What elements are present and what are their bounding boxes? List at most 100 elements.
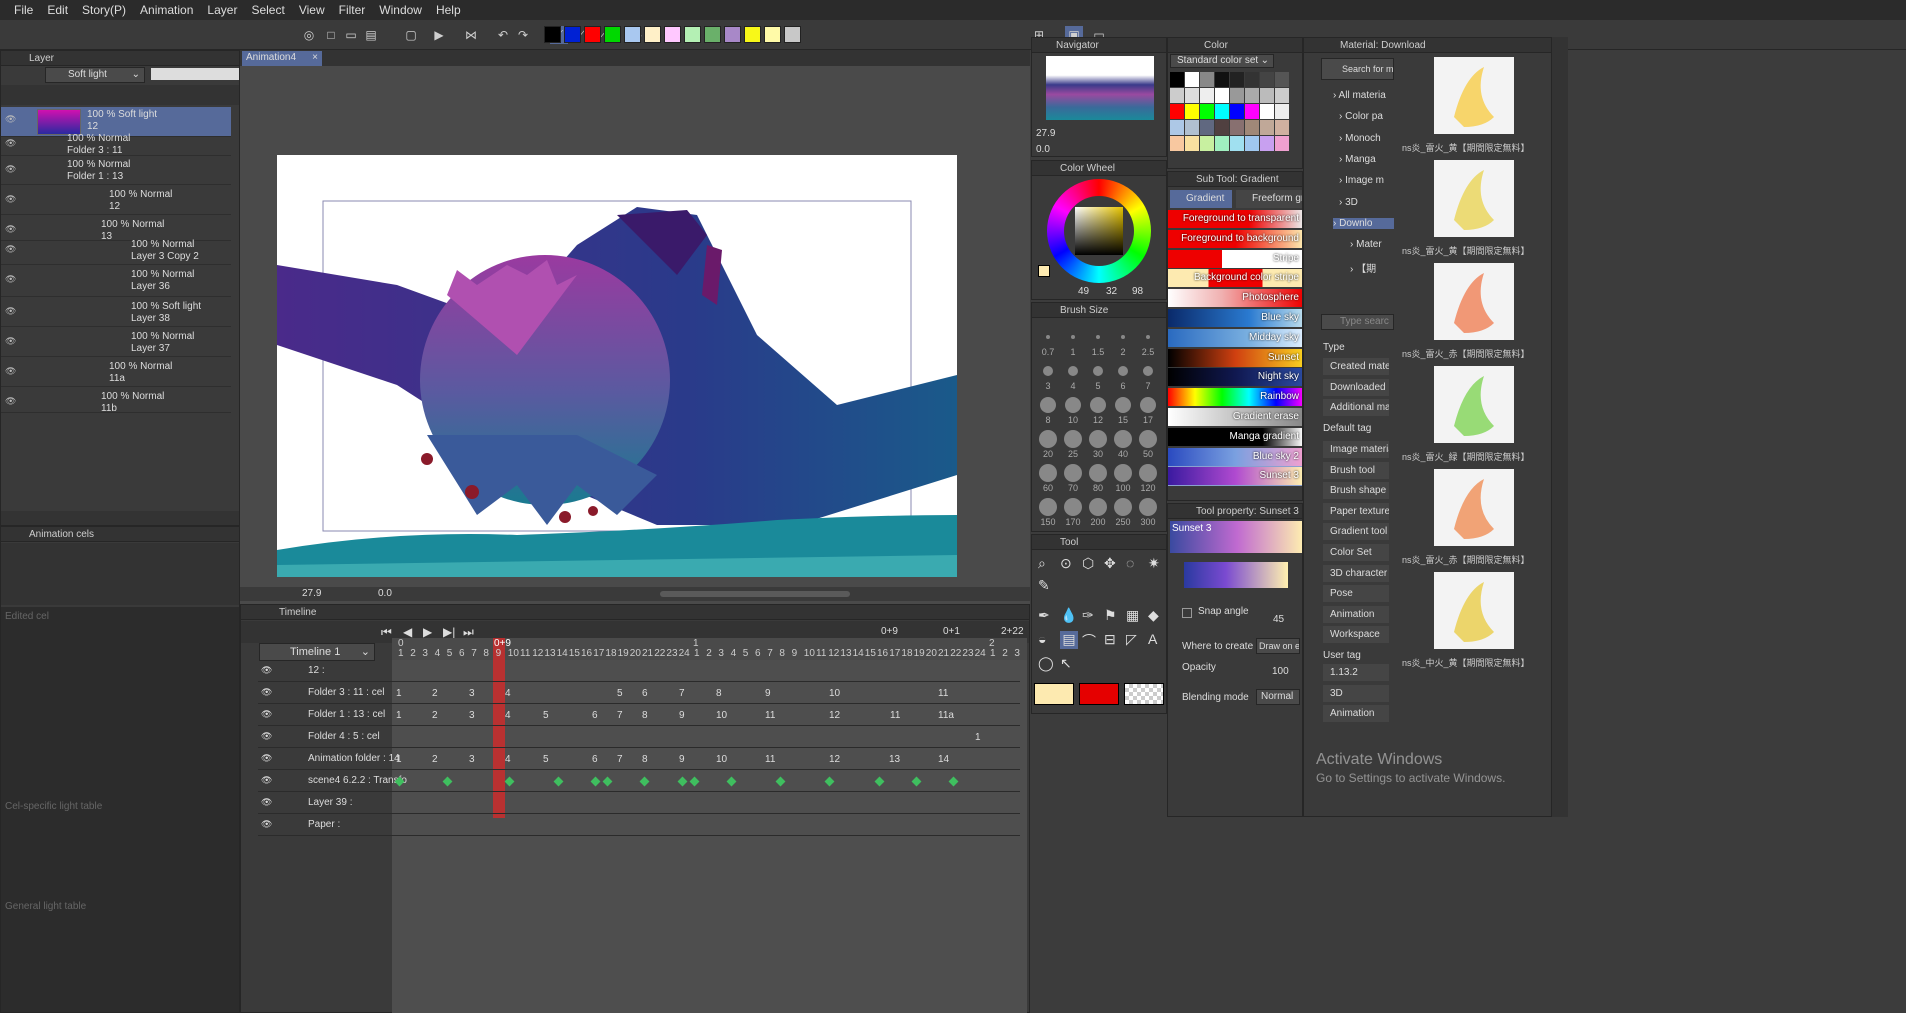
timeline-track[interactable]: 👁 Folder 3 : 11 : cel [258, 682, 1020, 704]
color-set-swatch[interactable] [1230, 88, 1244, 103]
color-set-swatch[interactable] [1215, 104, 1229, 119]
color-set-swatch[interactable] [1200, 136, 1214, 151]
color-set-swatch[interactable] [1170, 72, 1184, 87]
timeline-track[interactable]: 👁 Animation folder : 14 [258, 748, 1020, 770]
main-color-box[interactable] [1034, 683, 1074, 705]
cel-label[interactable]: 9 [765, 688, 771, 699]
color-swatch[interactable] [724, 26, 741, 43]
menu-view[interactable]: View [299, 3, 339, 17]
gradient-preset-item[interactable]: Background color stripe [1168, 269, 1302, 288]
gradient-preset-item[interactable]: Sunset [1168, 348, 1302, 367]
brush-size-dot[interactable] [1090, 397, 1106, 413]
color-swatch[interactable] [664, 26, 681, 43]
color-set-swatch[interactable] [1230, 72, 1244, 87]
material-tree-item[interactable]: › Color pa [1339, 111, 1394, 122]
type-tag-button[interactable]: Created mater [1323, 358, 1389, 375]
first-frame-icon[interactable]: ⏮ [381, 625, 392, 640]
default-tag-button[interactable]: Color Set [1323, 544, 1389, 561]
undo-icon[interactable]: ↶ [494, 26, 512, 44]
canvas-zoom[interactable]: 27.9 [302, 588, 321, 599]
pattern-icon[interactable]: ▦ [1126, 607, 1139, 624]
cel-label[interactable]: 6 [592, 710, 598, 721]
cel-label[interactable]: 4 [505, 688, 511, 699]
cel-label[interactable]: 2 [432, 710, 438, 721]
brush-size-dot[interactable] [1139, 498, 1157, 516]
gradient-preset-item[interactable]: Stripe [1168, 249, 1302, 268]
visibility-eye-icon[interactable]: 👁 [5, 366, 17, 376]
gradient-preset-item[interactable]: Manga gradient [1168, 427, 1302, 446]
color-swatch[interactable] [584, 26, 601, 43]
brush-size-dot[interactable] [1139, 430, 1157, 448]
brush-size-dot[interactable] [1139, 464, 1157, 482]
lasso-icon[interactable]: ◌ [1126, 555, 1134, 571]
color-set-swatch[interactable] [1245, 120, 1259, 135]
blend-mode-select[interactable]: Soft light ⌄ [45, 67, 145, 83]
color-set-swatch[interactable] [1275, 136, 1289, 151]
color-set-swatch[interactable] [1275, 88, 1289, 103]
color-set-swatch[interactable] [1200, 72, 1214, 87]
cel-label[interactable]: 11 [890, 710, 900, 721]
layer-row[interactable]: 👁 100 % Normal Layer 3 Copy 2 [1, 237, 231, 265]
default-tag-button[interactable]: Pose [1323, 585, 1389, 603]
new-file-icon[interactable]: □ [322, 26, 340, 44]
cel-label[interactable]: 12 [829, 710, 840, 721]
layer-row[interactable]: 👁 100 % Normal 11a [1, 359, 231, 387]
color-set-swatch[interactable] [1185, 120, 1199, 135]
material-thumbnail[interactable] [1434, 469, 1514, 546]
cel-label[interactable]: 1 [396, 754, 402, 765]
snap-angle-checkbox[interactable] [1182, 608, 1192, 618]
figure-icon[interactable]: ⌒ [1082, 631, 1096, 651]
cel-label[interactable]: 3 [469, 710, 475, 721]
menu-animation[interactable]: Animation [140, 3, 207, 17]
gradient-preset-item[interactable]: Blue sky 2 [1168, 447, 1302, 466]
gradient-preset-item[interactable]: Foreground to background [1168, 229, 1302, 248]
default-tag-button[interactable]: Workspace [1323, 626, 1389, 644]
user-tag-button[interactable]: Animation [1323, 705, 1389, 723]
color-set-swatch[interactable] [1215, 120, 1229, 135]
color-set-swatch[interactable] [1245, 88, 1259, 103]
canvas-tab[interactable]: Animation4 × [242, 51, 322, 66]
visibility-eye-icon[interactable]: 👁 [5, 306, 17, 316]
cel-label[interactable]: 10 [829, 688, 840, 699]
brush-size-dot[interactable] [1039, 464, 1057, 482]
color-swatch[interactable] [744, 26, 761, 43]
color-set-swatch[interactable] [1260, 72, 1274, 87]
cel-label[interactable]: 7 [617, 754, 623, 765]
layer-row[interactable]: 👁 100 % Normal Layer 37 [1, 329, 231, 357]
sv-square[interactable] [1075, 207, 1123, 255]
material-search-button[interactable]: Search for mate [1321, 58, 1394, 80]
brush-size-dot[interactable] [1071, 335, 1075, 339]
subtool-tab-gradient[interactable]: Gradient [1170, 190, 1232, 208]
cel-label[interactable]: 8 [642, 710, 648, 721]
brush-size-dot[interactable] [1064, 464, 1082, 482]
subtool-tab-freeform[interactable]: Freeform gr [1236, 190, 1302, 208]
move-tool-icon[interactable]: ⊙ [1060, 555, 1072, 572]
brush-size-dot[interactable] [1114, 430, 1132, 448]
snap-angle-value[interactable]: 45 [1273, 614, 1284, 625]
color-set-swatch[interactable] [1245, 104, 1259, 119]
timeline-track[interactable]: 👁 Paper : [258, 814, 1020, 836]
brush-size-dot[interactable] [1143, 366, 1153, 376]
track-visibility-icon[interactable]: 👁 [261, 687, 272, 698]
eyedropper-icon[interactable]: ✎ [1038, 577, 1050, 594]
menu-help[interactable]: Help [436, 3, 475, 17]
cel-label[interactable]: 4 [505, 710, 511, 721]
layer-row[interactable]: 👁 100 % Normal Folder 3 : 11 [1, 131, 231, 156]
default-tag-button[interactable]: 3D character [1323, 564, 1389, 582]
material-tree-item[interactable]: › 3D [1339, 197, 1394, 208]
prev-frame-icon[interactable]: ◀ [403, 625, 412, 639]
color-swatch[interactable] [564, 26, 581, 43]
flip-icon[interactable]: ⋈ [462, 26, 480, 44]
gradient-preset-item[interactable]: Photosphere [1168, 289, 1302, 308]
brush-size-dot[interactable] [1114, 464, 1132, 482]
layer-row[interactable]: 👁 100 % Normal 12 [1, 187, 231, 215]
layer-row[interactable]: 👁 100 % Normal 11b [1, 389, 231, 414]
cel-label[interactable]: 11 [765, 754, 775, 765]
cel-label[interactable]: 1 [396, 710, 402, 721]
cel-label[interactable]: 13 [889, 754, 900, 765]
opacity-slider[interactable] [151, 68, 239, 80]
brush-size-dot[interactable] [1039, 498, 1057, 516]
cel-label[interactable]: 8 [642, 754, 648, 765]
color-set-swatch[interactable] [1185, 136, 1199, 151]
brush-size-dot[interactable] [1089, 430, 1107, 448]
